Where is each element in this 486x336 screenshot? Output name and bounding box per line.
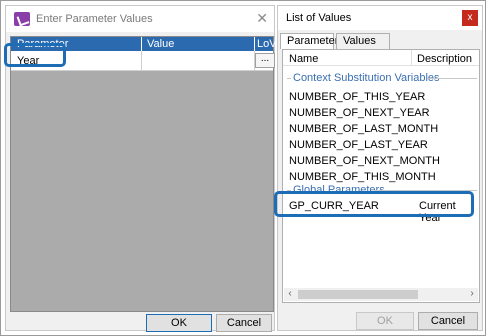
column-divider: [411, 50, 412, 66]
lov-button[interactable]: ...: [255, 53, 275, 68]
list-of-values-dialog: List of Values x Parameters Values Name …: [277, 5, 483, 331]
ok-button[interactable]: OK: [356, 312, 414, 330]
cell-divider: [141, 51, 142, 71]
list-item[interactable]: NUMBER_OF_LAST_MONTH: [289, 123, 438, 135]
ok-button[interactable]: OK: [146, 314, 212, 332]
list-item[interactable]: NUMBER_OF_THIS_MONTH: [289, 171, 436, 183]
list-item[interactable]: NUMBER_OF_NEXT_MONTH: [289, 155, 440, 167]
scroll-right-icon[interactable]: ›: [466, 288, 478, 301]
screenshot-frame: Enter Parameter Values ✕ Parameter Value…: [0, 0, 486, 336]
horizontal-scrollbar[interactable]: ‹ ›: [284, 288, 478, 301]
group-divider: [427, 78, 477, 79]
cancel-button[interactable]: Cancel: [418, 312, 478, 330]
dialog-titlebar: Enter Parameter Values ✕: [6, 6, 274, 32]
column-divider: [141, 37, 142, 51]
scroll-left-icon[interactable]: ‹: [284, 288, 296, 301]
dialog-title: Enter Parameter Values: [36, 13, 153, 25]
tab-parameters[interactable]: Parameters: [280, 33, 344, 49]
list-item[interactable]: NUMBER_OF_THIS_YEAR: [289, 91, 425, 103]
column-divider: [254, 37, 255, 51]
cancel-button[interactable]: Cancel: [216, 314, 272, 332]
app-icon: [14, 12, 30, 26]
list-item[interactable]: NUMBER_OF_NEXT_YEAR: [289, 107, 430, 119]
list-header: Name Description: [283, 50, 479, 66]
dialog-title: List of Values: [286, 12, 352, 24]
close-icon[interactable]: x: [462, 10, 478, 26]
highlight-gp-curr-year: [274, 191, 474, 217]
close-icon[interactable]: ✕: [256, 10, 268, 27]
dialog-titlebar: List of Values x: [278, 6, 482, 30]
tab-values[interactable]: Values: [336, 33, 390, 49]
group-divider: [287, 78, 291, 79]
group-context-label: Context Substitution Variables: [293, 72, 440, 84]
highlight-year-row: [4, 43, 66, 67]
column-header-name[interactable]: Name: [289, 53, 318, 65]
column-header-value[interactable]: Value: [147, 38, 257, 50]
parameter-grid: Parameter Value LoV Year ...: [10, 36, 277, 312]
list-item[interactable]: NUMBER_OF_LAST_YEAR: [289, 139, 428, 151]
column-header-description[interactable]: Description: [417, 53, 472, 65]
scrollbar-thumb[interactable]: [298, 290, 418, 299]
column-header-lov[interactable]: LoV: [257, 38, 277, 50]
values-list: Name Description Context Substitution Va…: [282, 49, 480, 303]
